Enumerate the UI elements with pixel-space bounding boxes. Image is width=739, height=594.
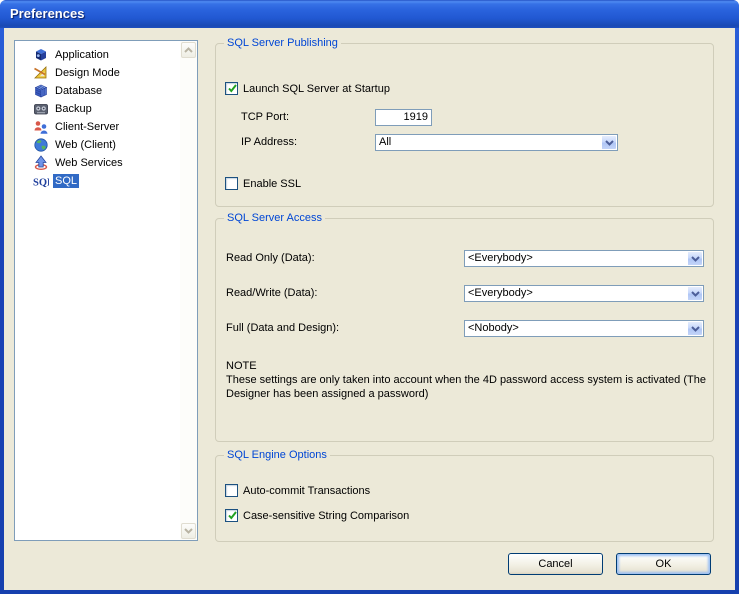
chevron-down-icon [605, 140, 614, 146]
autocommit-label[interactable]: Auto-commit Transactions [243, 485, 370, 497]
dropdown-arrow-button[interactable] [601, 136, 616, 149]
access-note: NOTE These settings are only taken into … [226, 359, 712, 401]
dropdown-arrow-button[interactable] [687, 287, 702, 300]
database-icon [33, 83, 49, 99]
tcp-port-label: TCP Port: [241, 109, 289, 126]
read-only-dropdown[interactable]: <Everybody> [464, 250, 704, 267]
autocommit-checkbox[interactable] [225, 484, 238, 497]
sidebar-item-label: Client-Server [53, 120, 121, 134]
autocommit-checkbox-row: Auto-commit Transactions [225, 484, 370, 497]
group-sql-server-access: SQL Server Access Read Only (Data): <Eve… [215, 218, 714, 442]
preferences-window: Preferences Application [0, 0, 739, 594]
sidebar-item-label: Backup [53, 102, 94, 116]
ip-address-value: All [379, 136, 391, 149]
read-only-label: Read Only (Data): [226, 250, 315, 267]
full-access-dropdown[interactable]: <Nobody> [464, 320, 704, 337]
sidebar-item-label: Design Mode [53, 66, 122, 80]
full-access-value: <Nobody> [468, 322, 519, 335]
group-title: SQL Server Access [224, 211, 325, 225]
enable-ssl-checkbox-row: Enable SSL [225, 177, 301, 190]
sidebar-item-design-mode[interactable]: Design Mode [15, 64, 180, 82]
read-write-dropdown[interactable]: <Everybody> [464, 285, 704, 302]
web-services-icon [33, 155, 49, 171]
ip-address-label: IP Address: [241, 134, 297, 151]
chevron-down-icon [691, 256, 700, 262]
sidebar-item-backup[interactable]: Backup [15, 100, 180, 118]
cancel-button[interactable]: Cancel [508, 553, 603, 575]
sidebar-item-web-services[interactable]: Web Services [15, 154, 180, 172]
group-title: SQL Engine Options [224, 448, 330, 462]
group-title: SQL Server Publishing [224, 36, 341, 50]
sidebar-item-label: Database [53, 84, 104, 98]
case-sensitive-checkbox-row: Case-sensitive String Comparison [225, 509, 409, 522]
enable-ssl-label[interactable]: Enable SSL [243, 178, 301, 190]
dropdown-arrow-button[interactable] [687, 252, 702, 265]
client-server-icon [33, 119, 49, 135]
launch-sql-server-checkbox-row: Launch SQL Server at Startup [225, 82, 390, 95]
chevron-up-icon [184, 47, 193, 53]
titlebar[interactable]: Preferences [0, 0, 739, 28]
launch-sql-server-checkbox[interactable] [225, 82, 238, 95]
backup-icon [33, 101, 49, 117]
case-sensitive-label[interactable]: Case-sensitive String Comparison [243, 510, 409, 522]
dropdown-arrow-button[interactable] [687, 322, 702, 335]
application-icon [33, 47, 49, 63]
scroll-up-button[interactable] [181, 42, 196, 58]
chevron-down-icon [691, 326, 700, 332]
sidebar-item-label: Web (Client) [53, 138, 118, 152]
web-client-icon [33, 137, 49, 153]
category-list-items: Application Design Mode [15, 46, 180, 190]
read-write-label: Read/Write (Data): [226, 285, 318, 302]
design-mode-icon [33, 65, 49, 81]
sidebar-item-sql[interactable]: SQL SQL [15, 172, 180, 190]
sidebar-item-client-server[interactable]: Client-Server [15, 118, 180, 136]
sidebar-item-label: Application [53, 48, 111, 62]
sql-icon: SQL [33, 173, 49, 189]
chevron-down-icon [184, 528, 193, 534]
sidebar-item-web-client[interactable]: Web (Client) [15, 136, 180, 154]
enable-ssl-checkbox[interactable] [225, 177, 238, 190]
dialog-content: Application Design Mode [4, 28, 735, 590]
full-access-label: Full (Data and Design): [226, 320, 339, 337]
checkmark-icon [226, 82, 239, 95]
launch-sql-server-label[interactable]: Launch SQL Server at Startup [243, 83, 390, 95]
ip-address-dropdown[interactable]: All [375, 134, 618, 151]
sidebar-item-label: SQL [53, 174, 79, 188]
note-title: NOTE [226, 359, 712, 373]
scroll-down-button[interactable] [181, 523, 196, 539]
read-write-value: <Everybody> [468, 287, 533, 300]
ok-button[interactable]: OK [616, 553, 711, 575]
checkmark-icon [226, 509, 239, 522]
window-title: Preferences [0, 0, 739, 27]
sidebar-item-database[interactable]: Database [15, 82, 180, 100]
group-sql-engine-options: SQL Engine Options Auto-commit Transacti… [215, 455, 714, 542]
tcp-port-input[interactable]: 1919 [375, 109, 432, 126]
chevron-down-icon [691, 291, 700, 297]
group-sql-server-publishing: SQL Server Publishing Launch SQL Server … [215, 43, 714, 207]
sidebar-item-label: Web Services [53, 156, 125, 170]
list-scrollbar[interactable] [180, 41, 197, 540]
svg-text:SQL: SQL [33, 178, 49, 189]
category-list: Application Design Mode [14, 40, 198, 541]
note-body: These settings are only taken into accou… [226, 373, 712, 401]
case-sensitive-checkbox[interactable] [225, 509, 238, 522]
read-only-value: <Everybody> [468, 252, 533, 265]
sidebar-item-application[interactable]: Application [15, 46, 180, 64]
